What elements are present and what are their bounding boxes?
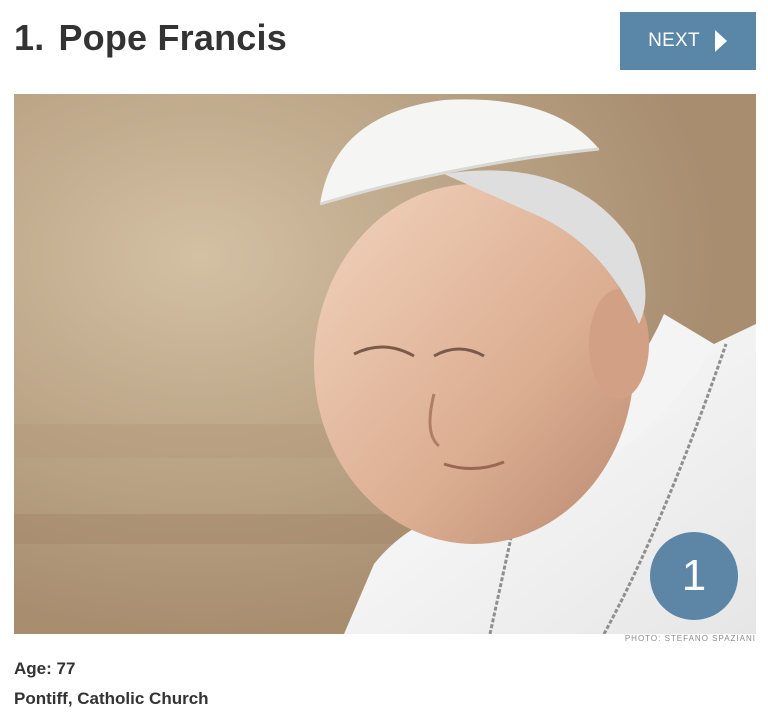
age-label: Age: 77 (14, 659, 76, 678)
rank-number: 1. (14, 17, 45, 58)
person-details: Age: 77 Pontiff, Catholic Church (14, 654, 209, 714)
next-button[interactable]: NEXT (620, 12, 756, 70)
portrait-photo: 1 (14, 94, 756, 634)
photo-credit: PHOTO: STEFANO SPAZIANI (624, 634, 756, 643)
person-name: Pope Francis (58, 17, 287, 58)
slide-header: 1. Pope Francis NEXT (14, 12, 756, 70)
role-label: Pontiff, Catholic Church (14, 689, 209, 708)
page-title: 1. Pope Francis (14, 14, 287, 62)
rank-badge: 1 (650, 532, 738, 620)
chevron-right-icon (714, 29, 728, 53)
next-button-label: NEXT (648, 30, 700, 51)
